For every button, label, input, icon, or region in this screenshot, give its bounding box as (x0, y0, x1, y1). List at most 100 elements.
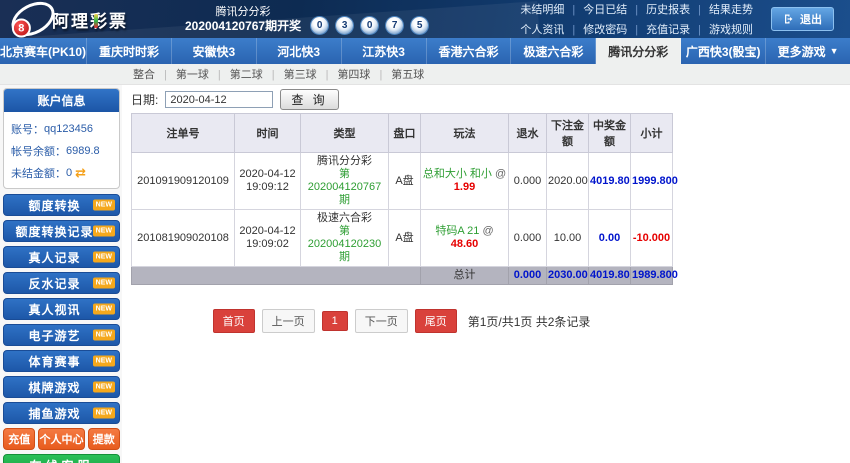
sidebar-item-board-games[interactable]: 棋牌游戏 NEW (3, 376, 120, 398)
logout-icon (783, 13, 795, 25)
link-personal-info[interactable]: 个人资讯 (520, 21, 583, 37)
logo-accent (94, 14, 98, 28)
lottery-ball: 7 (386, 17, 403, 34)
col-rebate: 退水 (509, 114, 547, 153)
main-content: 日期: 查 询 注单号 时间 类型 盘口 玩法 退水 下注金额 中奖金额 小计 (122, 85, 850, 463)
draw-game-name: 腾讯分分彩 (185, 5, 301, 19)
new-badge: NEW (93, 330, 115, 341)
balance-label: 帐号余额： (11, 143, 66, 159)
prev-page-button[interactable]: 上一页 (262, 309, 315, 333)
account-balance-row: 帐号余额：6989.8 (11, 143, 112, 159)
link-change-password[interactable]: 修改密码 (583, 21, 646, 37)
total-label: 总计 (421, 267, 509, 285)
first-page-button[interactable]: 首页 (213, 309, 255, 333)
top-header: 8 阿理彩票 腾讯分分彩 202004120767期开奖 0 3 0 7 5 未… (0, 0, 850, 38)
online-service-button[interactable]: 在线客服 (3, 454, 120, 463)
sidebar-item-label: 体育赛事 (28, 353, 94, 370)
tab-bjsc-pk10[interactable]: 北京赛车(PK10) (0, 38, 87, 64)
cell-bet: 10.00 (547, 210, 589, 267)
lottery-ball: 5 (411, 17, 428, 34)
tab-hk-lhc[interactable]: 香港六合彩 (427, 38, 512, 64)
lottery-ball: 0 (311, 17, 328, 34)
link-today-settled[interactable]: 今日已结 (583, 1, 646, 17)
personal-center-button[interactable]: 个人中心 (38, 428, 84, 450)
account-label: 账号： (11, 121, 44, 137)
table-row: 201081909020108 2020-04-1219:09:02 极速六合彩… (132, 210, 673, 267)
cell-win: 0.00 (589, 210, 631, 267)
link-history-report[interactable]: 历史报表 (646, 1, 709, 17)
sidebar-item-live-record[interactable]: 真人记录 NEW (3, 246, 120, 268)
logo-swoosh-icon: 8 (6, 0, 61, 38)
tab-txffc-active[interactable]: 腾讯分分彩 (596, 38, 681, 64)
subnav-ball-1[interactable]: 第一球 (176, 66, 230, 82)
sidebar-item-rebate-record[interactable]: 反水记录 NEW (3, 272, 120, 294)
link-game-rules[interactable]: 游戏规则 (709, 21, 753, 37)
sidebar-item-label: 电子游艺 (28, 327, 94, 344)
sidebar-item-slots[interactable]: 电子游艺 NEW (3, 324, 120, 346)
sidebar-item-label: 反水记录 (28, 275, 94, 292)
sidebar-item-sports[interactable]: 体育赛事 NEW (3, 350, 120, 372)
tab-jisu-lhc[interactable]: 极速六合彩 (511, 38, 596, 64)
header-links: 未结明细 今日已结 历史报表 结果走势 个人资讯 修改密码 充值记录 游戏规则 (520, 1, 753, 37)
account-username-row: 账号：qq123456 (11, 121, 112, 137)
table-total-row: 总计 0.000 2030.00 4019.80 1989.800 (132, 267, 673, 285)
tab-jiangsu-k3[interactable]: 江苏快3 (342, 38, 427, 64)
new-badge: NEW (93, 226, 115, 237)
total-empty-cell (132, 267, 421, 285)
tab-more-games[interactable]: 更多游戏 ▼ (766, 38, 850, 64)
logo-eight-ball-icon: 8 (12, 19, 31, 38)
table-header-row: 注单号 时间 类型 盘口 玩法 退水 下注金额 中奖金额 小计 (132, 114, 673, 153)
draw-issue-text: 202004120767期开奖 (185, 19, 301, 33)
col-time: 时间 (235, 114, 301, 153)
site-logo[interactable]: 8 阿理彩票 (0, 4, 185, 34)
last-page-button[interactable]: 尾页 (415, 309, 457, 333)
subnav-ball-4[interactable]: 第四球 (337, 66, 391, 82)
refresh-icon[interactable]: ⇄ (75, 165, 86, 181)
sidebar-item-label: 真人视讯 (28, 301, 94, 318)
subnav-overall[interactable]: 整合 (133, 66, 176, 82)
account-info-title: 账户信息 (4, 89, 119, 112)
tab-anhui-k3[interactable]: 安徽快3 (172, 38, 257, 64)
subnav-ball-3[interactable]: 第三球 (284, 66, 338, 82)
subnav-ball-2[interactable]: 第二球 (230, 66, 284, 82)
link-unsettled-detail[interactable]: 未结明细 (520, 1, 583, 17)
search-button[interactable]: 查 询 (280, 89, 338, 110)
total-rebate: 0.000 (509, 267, 547, 285)
unsettled-amount-row: 未结金额：0 ⇄ (11, 165, 112, 181)
page-number-button[interactable]: 1 (322, 311, 348, 331)
new-badge: NEW (93, 408, 115, 419)
col-play: 玩法 (421, 114, 509, 153)
sidebar-item-credit-transfer[interactable]: 额度转换 NEW (3, 194, 120, 216)
sidebar-item-live-casino[interactable]: 真人视讯 NEW (3, 298, 120, 320)
date-input[interactable] (165, 91, 273, 108)
logout-button[interactable]: 退出 (771, 7, 834, 31)
chevron-down-icon: ▼ (830, 46, 839, 56)
total-subtotal: 1989.800 (631, 267, 673, 285)
link-recharge-record[interactable]: 充值记录 (646, 21, 709, 37)
col-subtotal: 小计 (631, 114, 673, 153)
subnav-ball-5[interactable]: 第五球 (391, 66, 424, 82)
tab-hebei-k3[interactable]: 河北快3 (257, 38, 342, 64)
new-badge: NEW (93, 252, 115, 263)
cell-play: 总和大小 和小 @ 1.99 (421, 153, 509, 210)
cell-time: 2020-04-1219:09:12 (235, 153, 301, 210)
sidebar-item-fishing-games[interactable]: 捕鱼游戏 NEW (3, 402, 120, 424)
tab-guangxi-k3[interactable]: 广西快3(骰宝) (681, 38, 766, 64)
next-page-button[interactable]: 下一页 (355, 309, 408, 333)
table-row: 201091909120109 2020-04-1219:09:12 腾讯分分彩… (132, 153, 673, 210)
col-market: 盘口 (389, 114, 421, 153)
current-draw-info: 腾讯分分彩 202004120767期开奖 0 3 0 7 5 (185, 5, 428, 34)
cell-market: A盘 (389, 153, 421, 210)
logout-label: 退出 (800, 11, 822, 27)
sidebar-item-transfer-record[interactable]: 额度转换记录 NEW (3, 220, 120, 242)
lottery-ball: 0 (361, 17, 378, 34)
recharge-button[interactable]: 充值 (3, 428, 35, 450)
link-result-trend[interactable]: 结果走势 (709, 1, 753, 17)
withdraw-button[interactable]: 提款 (88, 428, 120, 450)
col-order-no: 注单号 (132, 114, 235, 153)
sidebar-item-label: 真人记录 (28, 249, 94, 266)
more-games-label: 更多游戏 (778, 43, 826, 60)
tab-cqssc[interactable]: 重庆时时彩 (87, 38, 172, 64)
unsettled-label: 未结金额： (11, 165, 66, 181)
logo-text: 阿理彩票 (52, 7, 128, 32)
